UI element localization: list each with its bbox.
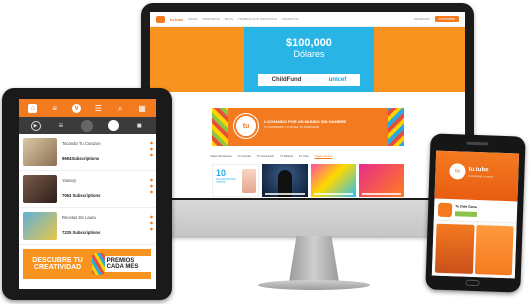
channel-thumbnail: [23, 175, 57, 203]
hero-section: $100,000 Dólares ChildFund unicef: [150, 27, 465, 92]
list-icon[interactable]: ☰: [94, 104, 103, 113]
phone-tagline: tu contenido, tu causa: [468, 174, 493, 179]
nav-item-nosotros[interactable]: NOSOTROS: [203, 17, 220, 21]
grid-icon[interactable]: ▦: [138, 104, 147, 113]
list-item[interactable]: Recetas De Laura 7225 Subscriptions: [19, 208, 156, 245]
top-users-photo: [242, 169, 257, 193]
database-icon[interactable]: ≡: [50, 104, 59, 113]
site-navbar: tu.tube INICIO NOSOTROS BLOG TRABAJA CON…: [150, 12, 465, 27]
play-icon[interactable]: ▶: [30, 120, 41, 131]
nav-item-inicio[interactable]: INICIO: [188, 17, 197, 21]
childfund-logo: ChildFund: [271, 77, 302, 83]
channel-list: Tocando Tu Corazon 9694Subscriptions Yam…: [19, 134, 156, 245]
site-brand[interactable]: tu.tube: [170, 17, 183, 22]
channel-thumbnail: [23, 138, 57, 166]
channel-thumbnail: [23, 212, 57, 240]
app-title: Tu Dale Gana: [455, 204, 477, 210]
tablet-device: ⌂ ≡ v ☰ ⌕ ▦ ▶ ≡ ■ Tocando Tu Corazon 969…: [2, 88, 172, 300]
nav-item-trabaja[interactable]: TRABAJA CON NOSOTROS: [238, 17, 277, 21]
campaign-subline: TU CONTENIDO, TU CAUSA, TU FUNDACIÓN: [264, 126, 320, 129]
video-cards: 10 USUARIOS MÁS VISTOS: [212, 164, 404, 197]
desktop-screen: tu.tube INICIO NOSOTROS BLOG TRABAJA CON…: [150, 12, 465, 198]
tab-videos-virales[interactable]: Videos Virales: [314, 154, 332, 158]
site-logo-icon[interactable]: [156, 15, 165, 23]
video-camera-icon[interactable]: ■: [134, 121, 144, 131]
top-users-card[interactable]: 10 USUARIOS MÁS VISTOS: [212, 164, 260, 197]
app-icon: [437, 202, 453, 218]
install-button[interactable]: [454, 211, 478, 218]
video-card-3[interactable]: [310, 164, 356, 197]
video-card-4[interactable]: [358, 164, 404, 197]
playlist-icon[interactable]: ≡: [56, 121, 66, 131]
app-screenshot[interactable]: [474, 225, 514, 276]
tab-videos-recientes[interactable]: Videos Recientes: [210, 154, 232, 158]
promo-right-text: PREMIOS CADA MES: [104, 256, 151, 272]
app-screenshots: [431, 220, 517, 279]
more-options-icon[interactable]: [150, 177, 153, 195]
channel-subscriptions: 7225 Subscriptions: [62, 230, 101, 235]
tab-tu-familia[interactable]: Tu Familia: [238, 154, 251, 158]
campaign-headline: LUCHANDO POR UN MUNDO SIN HAMBRE: [264, 119, 347, 124]
search-icon[interactable]: ⌕: [116, 104, 125, 113]
login-link[interactable]: INGRESAR: [414, 17, 430, 21]
campaign-banner[interactable]: tu LUCHANDO POR UN MUNDO SIN HAMBRE TU C…: [212, 108, 404, 146]
promo-banner[interactable]: DESCUBRE TU CREATIVIDAD PREMIOS CADA MES: [23, 249, 151, 279]
list-item[interactable]: Yamary 7063 Subscriptions: [19, 171, 156, 208]
phone-device: tu tu.tube tu contenido, tu causa Tu Dal…: [425, 133, 526, 293]
top-users-text: USUARIOS MÁS VISTOS: [216, 178, 236, 184]
promo-left-text: DESCUBRE TU CREATIVIDAD: [32, 257, 83, 271]
center-button-icon[interactable]: [80, 119, 93, 132]
phone-brand: tu.tube: [468, 166, 489, 174]
donation-banner[interactable]: $100,000 Dólares ChildFund unicef: [244, 27, 374, 92]
tablet-screen: ⌂ ≡ v ☰ ⌕ ▦ ▶ ≡ ■ Tocando Tu Corazon 969…: [19, 99, 156, 289]
unicef-logo: unicef: [328, 77, 347, 83]
monitor-chin: [141, 200, 474, 236]
tablet-top-toolbar: ⌂ ≡ v ☰ ⌕ ▦: [19, 99, 156, 117]
phone-home-button[interactable]: [465, 279, 480, 287]
top-users-number: 10: [216, 168, 227, 178]
category-tabs: Videos Recientes Tu Familia Tu Inspiraci…: [210, 152, 410, 160]
phone-earpiece: [466, 141, 489, 146]
channel-name: Yamary: [62, 178, 77, 183]
list-item[interactable]: Tocando Tu Corazon 9694Subscriptions: [19, 134, 156, 171]
devices-mockup: tu.tube INICIO NOSOTROS BLOG TRABAJA CON…: [0, 0, 529, 304]
video-card-person: [278, 170, 293, 197]
donation-currency: Dólares: [293, 49, 325, 59]
tab-tu-vida[interactable]: Tu Vida: [299, 154, 309, 158]
channel-badge-icon[interactable]: v: [72, 103, 82, 113]
tablet-media-toolbar: ▶ ≡ ■: [19, 117, 156, 134]
record-icon[interactable]: [108, 120, 120, 131]
phone-logo-icon: tu: [449, 163, 466, 180]
tu-logo-icon: tu: [234, 114, 258, 138]
promo-swirl-decoration: [92, 253, 105, 275]
subscribe-button[interactable]: SUSCRIBIR: [434, 16, 459, 22]
more-options-icon[interactable]: [150, 214, 153, 232]
channel-subscriptions: 7063 Subscriptions: [62, 193, 101, 198]
partner-logos: ChildFund unicef: [258, 74, 360, 86]
mosaic-right-decoration: [388, 108, 404, 146]
tab-tu-musica[interactable]: Tu Música: [280, 154, 293, 158]
channel-subscriptions: 9694Subscriptions: [62, 156, 100, 161]
mosaic-left-decoration: [212, 108, 228, 146]
video-card-2[interactable]: [262, 164, 308, 197]
tab-tu-inspiracion[interactable]: Tu Inspiración: [257, 154, 274, 158]
phone-header: tu tu.tube tu contenido, tu causa: [434, 150, 520, 202]
channel-name: Recetas De Laura: [62, 215, 96, 220]
phone-screen: tu tu.tube tu contenido, tu causa Tu Dal…: [431, 150, 520, 279]
monitor-base: [258, 280, 370, 290]
nav-item-contacto[interactable]: CONTACTO: [282, 17, 299, 21]
donation-amount: $100,000: [286, 37, 332, 49]
home-icon[interactable]: ⌂: [28, 103, 38, 113]
monitor-neck: [289, 236, 339, 282]
nav-item-blog[interactable]: BLOG: [225, 17, 233, 21]
app-screenshot[interactable]: [434, 223, 475, 274]
app-listing[interactable]: Tu Dale Gana: [433, 198, 518, 224]
desktop-monitor: tu.tube INICIO NOSOTROS BLOG TRABAJA CON…: [141, 3, 474, 236]
more-options-icon[interactable]: [150, 140, 153, 158]
channel-name: Tocando Tu Corazon: [62, 141, 101, 146]
